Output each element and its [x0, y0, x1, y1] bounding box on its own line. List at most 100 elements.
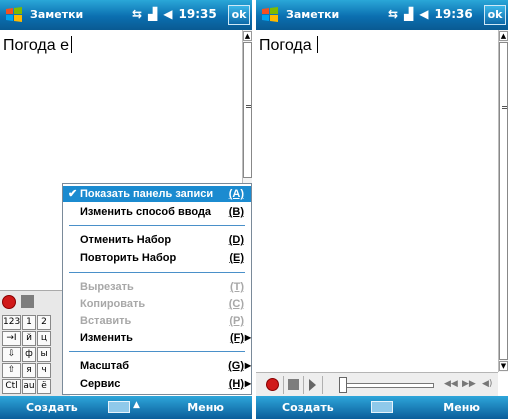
signal-icon[interactable]: ▟ — [404, 7, 413, 21]
stop-icon[interactable] — [288, 379, 299, 390]
keyboard-key[interactable]: Ctl — [2, 379, 21, 394]
menu-item-show-input-panel[interactable]: ✔ Показать панель записи (A) — [63, 186, 251, 202]
menu-item-undo[interactable]: Отменить Набор (D) — [63, 232, 251, 248]
input-panel-keyboard: 123 1 2 →I й ц ⇩ ф ы ⇧ я ч Ctl au ё — [0, 290, 70, 396]
recording-toolbar: ◀◀ ▶▶ ◀) — [256, 372, 498, 396]
scroll-thumb[interactable] — [499, 42, 508, 360]
note-text: Погода е — [3, 37, 70, 54]
right-screen: Заметки ⇆ ▟ ◀ 19:36 ok Погода ▲ ▼ ◀◀ ▶▶ … — [256, 0, 508, 419]
menu-item-shortcut: (C) — [228, 298, 244, 310]
menu-item-label: Копировать — [80, 298, 146, 310]
status-area[interactable]: ⇆ ▟ ◀ 19:36 — [388, 7, 473, 21]
position-slider[interactable] — [342, 383, 434, 388]
volume-icon[interactable]: ◀ — [163, 7, 172, 21]
submenu-arrow-icon: ▶ — [244, 361, 251, 370]
menu-item-shortcut: (P) — [229, 315, 244, 327]
play-icon[interactable] — [309, 379, 316, 391]
submenu-arrow-icon: ▶ — [244, 333, 251, 342]
softkey-menu[interactable]: Меню — [187, 401, 224, 414]
softkey-menu[interactable]: Меню — [443, 401, 480, 414]
scroll-down-button[interactable]: ▼ — [499, 361, 508, 371]
skip-forward-icon[interactable]: ▶▶ — [462, 379, 476, 389]
clock[interactable]: 19:36 — [435, 7, 473, 21]
menu-item-zoom[interactable]: Масштаб (G) ▶ — [63, 358, 251, 374]
menu-item-cut: Вырезать (T) — [63, 279, 251, 295]
keyboard-key[interactable]: ⇩ — [2, 347, 21, 362]
volume-icon[interactable]: ◀ — [419, 7, 428, 21]
menu-item-change-input-method[interactable]: Изменить способ ввода (B) — [63, 204, 251, 220]
record-icon[interactable] — [2, 295, 16, 309]
toolbar-separator — [283, 376, 284, 394]
keyboard-icon[interactable] — [371, 401, 393, 413]
signal-icon[interactable]: ▟ — [148, 7, 157, 21]
clock[interactable]: 19:35 — [179, 7, 217, 21]
text-caret — [71, 36, 73, 53]
menu-item-redo[interactable]: Повторить Набор (E) — [63, 250, 251, 266]
windows-start-icon[interactable] — [260, 5, 280, 25]
menu-item-label: Отменить Набор — [80, 234, 172, 246]
note-text: Погода — [259, 37, 312, 54]
submenu-arrow-icon: ▶ — [244, 379, 251, 388]
keyboard-key[interactable]: ё — [37, 379, 51, 394]
menu-item-shortcut: (D) — [228, 234, 244, 246]
connectivity-icon[interactable]: ⇆ — [388, 7, 398, 21]
scroll-thumb[interactable] — [243, 42, 252, 178]
keyboard-key[interactable]: 2 — [37, 315, 51, 330]
note-editor[interactable]: Погода — [259, 36, 318, 55]
keyboard-key[interactable]: я — [22, 363, 36, 378]
menu-item-shortcut: (E) — [229, 252, 244, 264]
scroll-up-button[interactable]: ▲ — [243, 31, 252, 41]
app-title: Заметки — [286, 8, 340, 21]
status-area[interactable]: ⇆ ▟ ◀ 19:35 — [132, 7, 217, 21]
keyboard-key[interactable]: ц — [37, 331, 51, 346]
softkey-bar: Создать Меню — [256, 396, 508, 419]
scroll-grip-icon — [502, 106, 507, 109]
menu-item-label: Вставить — [80, 315, 132, 327]
menu-separator — [69, 351, 245, 352]
scroll-grip-icon — [246, 105, 251, 108]
toolbar-separator — [322, 376, 323, 394]
slider-handle[interactable] — [339, 377, 347, 393]
menu-item-paste: Вставить (P) — [63, 313, 251, 329]
record-icon[interactable] — [266, 378, 279, 391]
title-bar: Заметки ⇆ ▟ ◀ 19:35 ok — [0, 0, 252, 30]
keyboard-key[interactable]: 123 — [2, 315, 21, 330]
title-bar: Заметки ⇆ ▟ ◀ 19:36 ok — [256, 0, 508, 30]
ok-button[interactable]: ok — [484, 5, 506, 25]
ok-button[interactable]: ok — [228, 5, 250, 25]
keyboard-key[interactable]: ф — [22, 347, 36, 362]
keyboard-key[interactable]: →I — [2, 331, 21, 346]
keyboard-key[interactable]: ы — [37, 347, 51, 362]
menu-item-tools[interactable]: Сервис (H) ▶ — [63, 376, 251, 392]
windows-start-icon[interactable] — [4, 5, 24, 25]
menu-item-copy: Копировать (C) — [63, 296, 251, 312]
scroll-up-button[interactable]: ▲ — [499, 31, 508, 41]
softkey-create[interactable]: Создать — [282, 401, 334, 414]
left-screen: Заметки ⇆ ▟ ◀ 19:35 ok Погода е ▲ 123 1 … — [0, 0, 252, 419]
menu-separator — [69, 272, 245, 273]
skip-back-icon[interactable]: ◀◀ — [444, 379, 458, 389]
keyboard-icon[interactable] — [108, 401, 130, 413]
keyboard-menu-arrow-icon[interactable]: ▲ — [133, 400, 140, 410]
keyboard-key[interactable]: au — [22, 379, 36, 394]
menu-item-label: Вырезать — [80, 281, 134, 293]
menu-item-label: Изменить — [80, 332, 133, 344]
menu-item-label: Сервис — [80, 378, 121, 390]
keyboard-key[interactable]: 1 — [22, 315, 36, 330]
softkey-create[interactable]: Создать — [26, 401, 78, 414]
note-editor[interactable]: Погода е — [3, 36, 73, 55]
keyboard-key[interactable]: й — [22, 331, 36, 346]
toolbar-separator — [303, 376, 304, 394]
connectivity-icon[interactable]: ⇆ — [132, 7, 142, 21]
stop-icon[interactable] — [21, 295, 34, 308]
softkey-bar: Создать ▲ Меню — [0, 396, 252, 419]
menu-item-label: Повторить Набор — [80, 252, 177, 264]
menu-item-label: Масштаб — [80, 360, 130, 372]
menu-item-edit[interactable]: Изменить (F) ▶ — [63, 330, 251, 346]
keyboard-key[interactable]: ⇧ — [2, 363, 21, 378]
context-menu: ✔ Показать панель записи (A) Изменить сп… — [62, 183, 252, 395]
menu-item-shortcut: (G) — [228, 360, 244, 372]
vertical-scrollbar[interactable]: ▲ ▼ — [498, 30, 508, 372]
keyboard-key[interactable]: ч — [37, 363, 51, 378]
volume-settings-icon[interactable]: ◀) — [482, 379, 492, 389]
